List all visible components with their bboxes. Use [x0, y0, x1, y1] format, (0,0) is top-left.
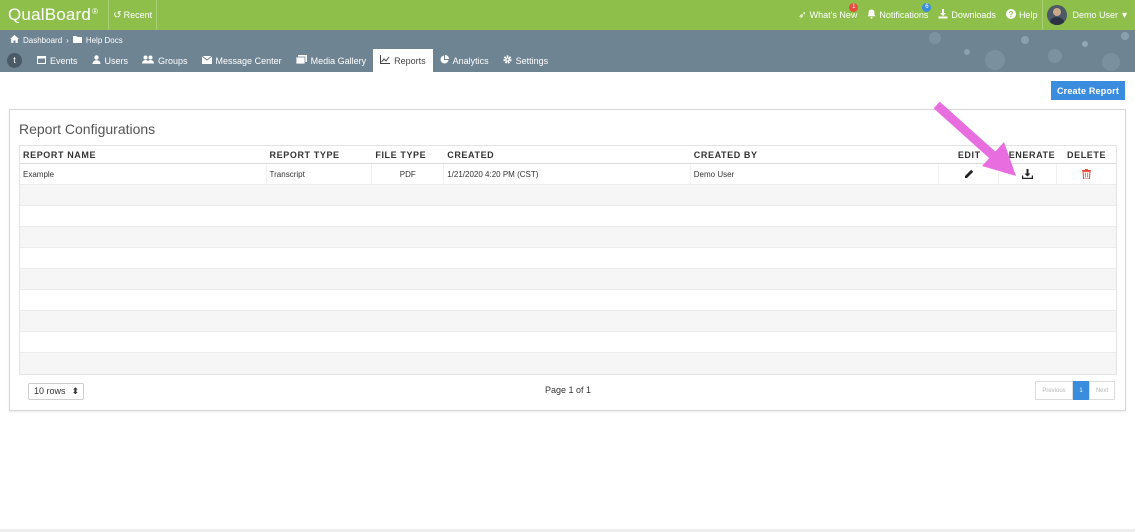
svg-text:?: ?: [1008, 10, 1013, 19]
report-type-cell: Transcript: [267, 164, 373, 184]
brand-logo[interactable]: QualBoard ®: [0, 5, 98, 25]
breadcrumb-dashboard[interactable]: Dashboard: [23, 36, 62, 45]
user-menu[interactable]: Demo User ▾: [1042, 0, 1135, 30]
pagination-bar: 10 rows ⬍ Page 1 of 1 Previous 1 Next: [19, 379, 1117, 403]
decorative-bubbles: [929, 32, 1129, 71]
created-by-cell: Demo User: [691, 164, 940, 184]
table-header: REPORT NAME REPORT TYPE FILE TYPE CREATE…: [20, 146, 1116, 164]
previous-page-button[interactable]: Previous: [1035, 381, 1073, 400]
edit-pencil-icon[interactable]: [962, 167, 976, 181]
report-configurations-panel: Report Configurations REPORT NAME REPORT…: [9, 109, 1126, 411]
tab-message-center[interactable]: Message Center: [195, 49, 289, 72]
line-chart-icon: [380, 55, 391, 66]
user-icon: [92, 55, 101, 66]
main-tabs: t Events Users Groups Message Center Med…: [0, 49, 555, 72]
tab-analytics[interactable]: Analytics: [433, 49, 496, 72]
workspace-logo[interactable]: t: [7, 53, 22, 68]
table-row-empty: [20, 185, 1116, 206]
report-name-cell: Example: [20, 164, 267, 184]
table-row-empty: [20, 206, 1116, 227]
tab-settings[interactable]: Settings: [496, 49, 556, 72]
create-report-button[interactable]: Create Report: [1051, 81, 1125, 100]
column-header-report-type[interactable]: REPORT TYPE: [267, 146, 373, 163]
current-page-button[interactable]: 1: [1073, 381, 1089, 400]
history-icon: ↺: [113, 9, 122, 21]
page-info: Page 1 of 1: [544, 385, 592, 395]
column-header-file-type[interactable]: FILE TYPE: [372, 146, 444, 163]
delete-cell: [1057, 164, 1116, 184]
table-row-empty: [20, 227, 1116, 248]
breadcrumb: Dashboard › Help Docs: [10, 35, 123, 45]
table-row-empty: [20, 353, 1116, 374]
rows-per-page-select[interactable]: 10 rows ⬍: [28, 382, 84, 400]
tab-events[interactable]: Events: [30, 49, 85, 72]
table-row-empty: [20, 311, 1116, 332]
help-icon: ?: [1005, 8, 1016, 22]
edit-cell: [939, 164, 1000, 184]
panel-title: Report Configurations: [19, 121, 156, 137]
envelope-icon: [201, 55, 212, 66]
notifications-button[interactable]: Notifications 6: [862, 0, 933, 30]
table-row: Example Transcript PDF 1/21/2020 4:20 PM…: [20, 164, 1116, 185]
avatar: [1047, 5, 1068, 25]
chevron-right-icon: ›: [66, 35, 69, 45]
tab-reports[interactable]: Reports: [373, 49, 433, 72]
gear-icon: [503, 55, 512, 66]
table-row-empty: [20, 248, 1116, 269]
bell-icon: [867, 9, 876, 22]
column-header-created-by[interactable]: CREATED BY: [691, 146, 940, 163]
column-header-report-name[interactable]: REPORT NAME: [20, 146, 267, 163]
notifications-badge: 6: [922, 3, 932, 12]
file-type-cell: PDF: [372, 164, 445, 184]
tab-media-gallery[interactable]: Media Gallery: [289, 49, 374, 72]
caret-down-icon: ▾: [1121, 9, 1127, 21]
breadcrumb-current[interactable]: Help Docs: [86, 36, 123, 45]
navigation-bar: Dashboard › Help Docs t Events Users Gro…: [0, 30, 1135, 72]
column-header-edit: EDIT: [957, 149, 981, 160]
table-row-empty: [20, 269, 1116, 290]
downloads-button[interactable]: Downloads: [933, 0, 1001, 30]
media-icon: [295, 55, 307, 66]
table-row-empty: [20, 332, 1116, 353]
sort-arrows-icon: ⬍: [71, 385, 79, 396]
help-button[interactable]: ? Help: [1001, 0, 1043, 30]
rocket-icon: ➶: [798, 9, 807, 21]
column-header-created[interactable]: CREATED: [444, 146, 691, 163]
top-bar: QualBoard ® ↺ Recent ➶ What's New 1 Notif…: [0, 0, 1135, 30]
table-row-empty: [20, 290, 1116, 311]
reports-table: REPORT NAME REPORT TYPE FILE TYPE CREATE…: [19, 145, 1117, 375]
generate-cell: [999, 164, 1058, 184]
created-cell: 1/21/2020 4:20 PM (CST): [444, 164, 691, 184]
group-icon: [142, 55, 155, 66]
generate-download-icon[interactable]: [1021, 167, 1035, 181]
calendar-icon: [37, 55, 46, 66]
next-page-button[interactable]: Next: [1089, 381, 1115, 400]
download-icon: [938, 8, 948, 22]
trash-icon[interactable]: [1080, 167, 1094, 181]
tab-groups[interactable]: Groups: [135, 49, 195, 72]
home-icon: [10, 35, 19, 45]
pie-chart-icon: [440, 55, 449, 66]
column-header-delete: DELETE: [1067, 149, 1107, 160]
recent-button[interactable]: ↺ Recent: [108, 0, 158, 30]
tab-users[interactable]: Users: [85, 49, 136, 72]
whats-new-button[interactable]: ➶ What's New 1: [793, 0, 862, 30]
pager-buttons: Previous 1 Next: [1035, 381, 1115, 400]
column-header-generate: GENERATE: [1001, 149, 1056, 160]
folder-icon: [72, 35, 82, 45]
top-right-menu: ➶ What's New 1 Notifications 6 Downloads…: [793, 0, 1135, 30]
